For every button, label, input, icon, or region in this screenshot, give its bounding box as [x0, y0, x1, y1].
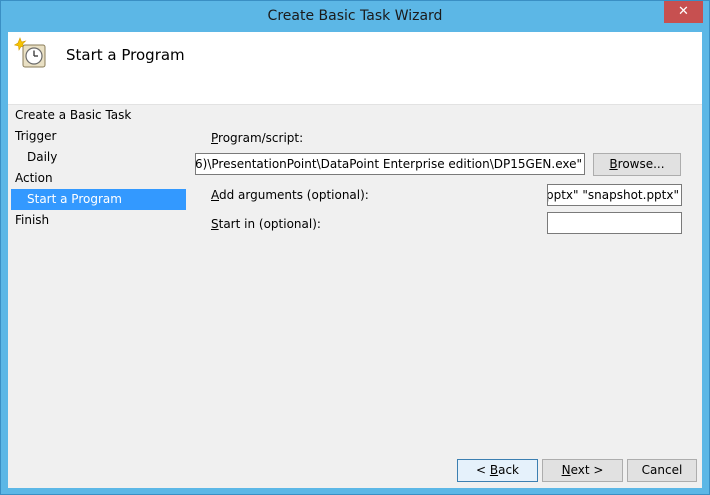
wizard-window: Create Basic Task Wizard ✕ Start a Progr…: [0, 0, 710, 495]
args-label-rest: dd arguments (optional):: [219, 188, 369, 202]
nav-step-create-basic-task[interactable]: Create a Basic Task: [11, 105, 186, 126]
next-rest: ext >: [570, 463, 604, 477]
nav-step-action[interactable]: Action: [11, 168, 186, 189]
program-script-value: les (x86)\PresentationPoint\DataPoint En…: [195, 157, 582, 171]
program-label-accel: P: [211, 131, 219, 145]
back-rest: ack: [498, 463, 519, 477]
back-prefix: <: [475, 463, 490, 477]
start-in-input[interactable]: [547, 212, 682, 234]
header-panel: Start a Program: [8, 32, 702, 105]
program-script-input[interactable]: les (x86)\PresentationPoint\DataPoint En…: [195, 153, 585, 175]
page-title: Start a Program: [66, 46, 185, 64]
add-arguments-label: Add arguments (optional):: [211, 188, 369, 202]
browse-label-accel: B: [609, 157, 618, 171]
wizard-steps-nav: Create a Basic Task Trigger Daily Action…: [11, 105, 186, 231]
title-bar[interactable]: Create Basic Task Wizard ✕: [1, 1, 709, 32]
nav-step-start-a-program[interactable]: Start a Program: [11, 189, 186, 210]
browse-label-rest: rowse...: [617, 157, 665, 171]
next-button[interactable]: Next >: [542, 459, 623, 482]
back-accel: B: [489, 463, 499, 477]
add-arguments-input[interactable]: on.pptx" "snapshot.pptx": [547, 184, 682, 206]
client-area: Start a Program Create a Basic Task Trig…: [8, 32, 702, 488]
clock-new-task-icon: [14, 37, 46, 68]
startin-label-rest: tart in (optional):: [218, 217, 321, 231]
next-accel: N: [561, 463, 571, 477]
start-in-label: Start in (optional):: [211, 217, 321, 231]
cancel-button[interactable]: Cancel: [627, 459, 697, 482]
args-label-accel: A: [211, 188, 219, 202]
nav-step-finish[interactable]: Finish: [11, 210, 186, 231]
back-button[interactable]: < Back: [457, 459, 538, 482]
add-arguments-value: on.pptx" "snapshot.pptx": [548, 188, 679, 202]
browse-button[interactable]: Browse...: [593, 153, 681, 176]
program-script-label: Program/script:: [211, 131, 303, 145]
window-title: Create Basic Task Wizard: [267, 8, 443, 24]
nav-step-daily[interactable]: Daily: [11, 147, 186, 168]
nav-step-trigger[interactable]: Trigger: [11, 126, 186, 147]
startin-label-accel: S: [211, 217, 219, 231]
close-button[interactable]: ✕: [664, 1, 703, 23]
program-label-rest: rogram/script:: [218, 131, 304, 145]
